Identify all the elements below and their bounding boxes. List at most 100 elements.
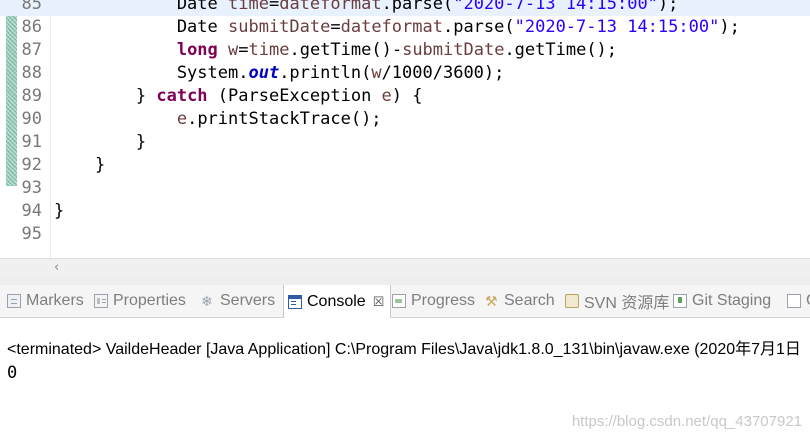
code-line[interactable]: 89 } catch (ParseException e) { [0,85,810,108]
horizontal-scrollbar[interactable]: ‹ [0,258,810,277]
code-text[interactable]: } catch (ParseException e) { [54,85,423,108]
view-splitter[interactable] [0,277,810,285]
code-token: ); [719,17,740,37]
git-icon [787,294,801,308]
code-text[interactable]: long w=time.getTime()-submitDate.getTime… [54,39,617,62]
code-editor[interactable]: 85 Date time=dateformat.parse("2020-7-13… [0,0,810,258]
code-token: .parse( [381,0,454,14]
line-number: 88 [21,63,42,83]
line-number: 90 [21,109,42,129]
scroll-left-arrow-icon[interactable]: ‹ [54,260,59,276]
code-lines[interactable]: 85 Date time=dateformat.parse("2020-7-13… [0,0,810,246]
code-token: ) { [391,86,423,106]
code-token: e [176,109,188,129]
code-token: dateformat [340,17,443,37]
search-icon: ⚒ [485,293,498,309]
svn-repository-icon [565,294,579,308]
code-line[interactable]: 95 [0,223,810,246]
code-line[interactable]: 88 System.out.println(w/1000/3600); [0,62,810,85]
tab-label: Search [504,292,555,309]
code-line[interactable]: 86 Date submitDate=dateformat.parse("202… [0,16,810,39]
code-token: = [268,0,280,14]
markers-icon [7,294,21,308]
code-token: System. [54,63,249,83]
code-text[interactable]: } [54,154,105,177]
code-line[interactable]: 92 } [0,154,810,177]
line-number: 87 [21,40,42,60]
tab-label: Markers [26,292,84,309]
code-text[interactable]: } [54,200,64,223]
code-line[interactable]: 87 long w=time.getTime()-submitDate.getT… [0,39,810,62]
line-number: 89 [21,86,42,106]
code-text[interactable]: Date submitDate=dateformat.parse("2020-7… [54,16,740,39]
code-token: .parse( [442,17,515,37]
code-line[interactable]: 94} [0,200,810,223]
tab-markers[interactable]: Markers [7,285,84,317]
console-status-header: <terminated> VaildeHeader [Java Applicat… [7,341,801,358]
console-output[interactable]: 0 [7,362,17,384]
line-number: 93 [21,178,42,198]
views-tab-bar: Markers Properties ❄ Servers Console ☒ Progres… [0,285,810,318]
code-token: } [54,155,106,175]
tab-git-staging[interactable]: Git Staging [673,285,771,317]
tab-servers[interactable]: ❄ Servers [201,285,275,317]
code-token: time [248,40,290,60]
code-line[interactable]: 93 [0,177,810,200]
code-token: .getTime(); [504,40,618,60]
code-token: e [381,86,392,106]
git-staging-icon [673,294,687,308]
code-token: /1000/3600); [381,63,505,83]
code-token: dateformat [279,0,382,14]
watermark: https://blog.csdn.net/qq_43707921 [571,413,802,430]
code-token: catch [156,86,208,106]
code-text[interactable]: e.printStackTrace(); [54,108,382,131]
code-token: time [228,0,269,14]
code-token: Date [54,0,228,14]
code-line[interactable]: 85 Date time=dateformat.parse("2020-7-13… [0,0,810,16]
line-number: 92 [21,155,42,175]
code-text[interactable]: Date time=dateformat.parse("2020-7-13 14… [54,0,679,16]
tab-git-more[interactable]: G [787,285,810,317]
tab-label: Servers [220,292,276,309]
tab-console[interactable]: Console ☒ [283,285,392,318]
line-number: 95 [21,224,42,244]
close-tab-icon[interactable]: ☒ [373,294,385,310]
line-number: 91 [21,132,42,152]
code-token: } [54,132,147,152]
code-token: Date [54,17,228,37]
servers-icon: ❄ [201,293,213,309]
code-token: .println( [279,63,372,83]
code-token: } [54,201,65,221]
tab-progress[interactable]: Progress [392,285,475,317]
line-number: 86 [21,17,42,37]
code-token: submitDate [228,17,331,37]
code-line[interactable]: 90 e.printStackTrace(); [0,108,810,131]
tab-label: Progress [411,292,476,309]
tab-label: Console [307,292,366,310]
tab-label: G [806,292,810,310]
console-view[interactable]: <terminated> VaildeHeader [Java Applicat… [0,318,810,438]
code-token: = [238,40,249,60]
code-text[interactable]: } [54,131,146,154]
code-token: "2020-7-13 14:15:00" [514,17,720,37]
code-token: } [54,86,157,106]
code-token: "2020-7-13 14:15:00" [453,0,658,14]
line-number: 85 [21,0,42,14]
code-token: = [330,17,341,37]
line-number: 94 [21,201,42,221]
tab-label: SVN 资源库 [584,295,670,312]
code-token: out [248,63,280,83]
code-token: long [176,40,218,60]
code-line[interactable]: 91 } [0,131,810,154]
code-token: .getTime()- [289,40,403,60]
properties-icon [94,294,108,308]
tab-properties[interactable]: Properties [94,285,186,317]
tab-svn[interactable]: SVN 资源库 [565,285,669,317]
tab-label: Properties [113,292,186,309]
tab-label: Git Staging [692,292,772,309]
tab-search[interactable]: ⚒ Search [485,285,555,317]
code-text[interactable]: System.out.println(w/1000/3600); [54,62,505,85]
console-icon [288,294,302,309]
